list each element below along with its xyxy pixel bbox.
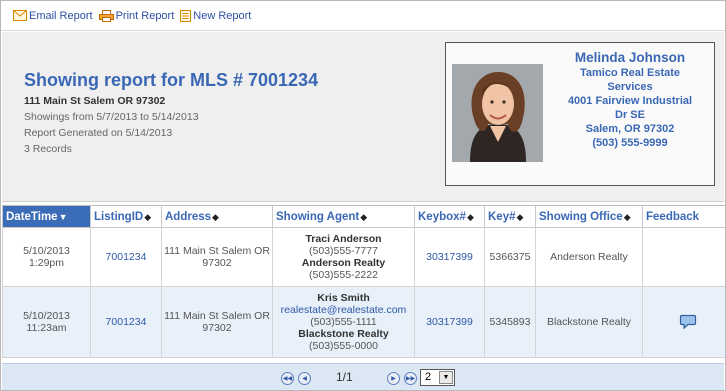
report-header: Showing report for MLS # 7001234 111 Mai… bbox=[2, 32, 724, 202]
prev-page-icon: ◀ bbox=[302, 376, 307, 382]
next-page-icon: ▶ bbox=[391, 376, 396, 382]
agent-company-line1: Tamico Real Estate bbox=[579, 67, 681, 79]
agent-photo bbox=[452, 64, 543, 162]
next-page-button[interactable]: ▶ bbox=[387, 372, 400, 385]
report-toolbar: Email Report Print Report New Report bbox=[1, 1, 725, 31]
sort-icon: ◆ bbox=[623, 211, 631, 222]
table-row: 5/10/2013 11:23am 7001234 111 Main St Sal… bbox=[2, 286, 725, 358]
column-header-datetime[interactable]: DateTime▼ bbox=[2, 205, 91, 228]
keybox-link[interactable]: 30317399 bbox=[414, 286, 485, 358]
generated-date: Report Generated on 5/14/2013 bbox=[24, 127, 173, 139]
showing-office-cell: Anderson Realty bbox=[535, 227, 643, 287]
feedback-cell bbox=[642, 286, 725, 358]
address-cell: 111 Main St Salem OR 97302 bbox=[161, 286, 273, 358]
property-address: 111 Main St Salem OR 97302 bbox=[24, 95, 166, 107]
listing-agent-card: Melinda Johnson Tamico Real Estate Servi… bbox=[445, 42, 715, 186]
column-header-listing-id[interactable]: ListingID◆ bbox=[90, 205, 162, 228]
new-report-button[interactable]: New Report bbox=[180, 9, 252, 22]
showing-office-phone: (503)555-0000 bbox=[309, 340, 378, 352]
sort-icon: ◆ bbox=[144, 211, 152, 222]
prev-page-button[interactable]: ◀ bbox=[298, 372, 311, 385]
envelope-icon bbox=[13, 10, 27, 21]
showing-agent-email-link[interactable]: realestate@realestate.com bbox=[275, 304, 412, 316]
column-header-showing-agent[interactable]: Showing Agent◆ bbox=[272, 205, 415, 228]
showing-agent-name: Kris Smith bbox=[317, 292, 370, 304]
document-icon bbox=[180, 9, 192, 22]
report-window: Email Report Print Report New Report Sho… bbox=[0, 0, 726, 391]
column-header-showing-office[interactable]: Showing Office◆ bbox=[535, 205, 643, 228]
listing-id-link[interactable]: 7001234 bbox=[90, 286, 162, 358]
sort-icon: ◆ bbox=[212, 211, 219, 222]
keybox-link[interactable]: 30317399 bbox=[414, 227, 485, 287]
column-header-address[interactable]: Address◆ bbox=[161, 205, 273, 228]
page-size-value: 2 bbox=[425, 371, 432, 383]
key-cell: 5345893 bbox=[484, 286, 536, 358]
agent-street-line1: 4001 Fairview Industrial bbox=[567, 95, 693, 107]
email-report-label: Email Report bbox=[29, 9, 93, 22]
sort-icon: ◆ bbox=[466, 211, 474, 222]
print-report-label: Print Report bbox=[115, 9, 175, 22]
datetime-cell: 5/10/2013 1:29pm bbox=[2, 227, 91, 287]
first-page-button[interactable]: ◀◀ bbox=[281, 372, 294, 385]
agent-company-line2: Services bbox=[607, 81, 653, 93]
printer-icon bbox=[98, 9, 114, 22]
agent-contact-info: Melinda Johnson Tamico Real Estate Servi… bbox=[550, 49, 710, 150]
pagination-bar: ◀◀ ◀ 1/1 ▶ ▶▶ 2 ▼ bbox=[2, 363, 724, 390]
showing-agent-office: Anderson Realty bbox=[301, 257, 386, 269]
last-page-button[interactable]: ▶▶ bbox=[404, 372, 417, 385]
sort-icon: ◆ bbox=[360, 211, 368, 222]
table-row: 5/10/2013 1:29pm 7001234 111 Main St Sale… bbox=[2, 227, 725, 287]
showings-table: DateTime▼ ListingID◆ Address◆ Showing Ag… bbox=[2, 205, 725, 358]
first-page-icon: ◀◀ bbox=[282, 376, 293, 382]
print-report-button[interactable]: Print Report bbox=[98, 9, 175, 22]
new-report-label: New Report bbox=[193, 9, 252, 22]
listing-id-link[interactable]: 7001234 bbox=[90, 227, 162, 287]
showing-agent-phone: (503)555-7777 bbox=[309, 245, 378, 257]
table-header-row: DateTime▼ ListingID◆ Address◆ Showing Ag… bbox=[2, 205, 725, 228]
showing-office-phone: (503)555-2222 bbox=[309, 269, 378, 281]
showings-table-container: DateTime▼ ListingID◆ Address◆ Showing Ag… bbox=[2, 205, 725, 363]
page-size-select[interactable]: 2 ▼ bbox=[420, 369, 455, 386]
dropdown-arrow-icon: ▼ bbox=[439, 371, 453, 384]
datetime-cell: 5/10/2013 11:23am bbox=[2, 286, 91, 358]
column-header-keybox[interactable]: Keybox#◆ bbox=[414, 205, 485, 228]
agent-name: Melinda Johnson bbox=[574, 50, 686, 65]
agent-street-line2: Dr SE bbox=[615, 109, 645, 121]
sort-desc-icon: ▼ bbox=[58, 211, 68, 222]
speech-bubble-icon[interactable] bbox=[679, 314, 697, 330]
showing-agent-office: Blackstone Realty bbox=[298, 328, 389, 340]
page-indicator: 1/1 bbox=[336, 370, 353, 384]
last-page-icon: ▶▶ bbox=[405, 376, 416, 382]
showing-agent-phone: (503)555-1111 bbox=[310, 316, 377, 328]
showing-agent-cell: Kris Smith realestate@realestate.com (50… bbox=[272, 286, 415, 358]
key-cell: 5366375 bbox=[484, 227, 536, 287]
date-range: Showings from 5/7/2013 to 5/14/2013 bbox=[24, 111, 199, 123]
column-header-feedback: Feedback bbox=[642, 205, 725, 228]
record-count: 3 Records bbox=[24, 143, 72, 155]
column-header-key[interactable]: Key#◆ bbox=[484, 205, 536, 228]
feedback-cell bbox=[642, 227, 725, 287]
page-title: Showing report for MLS # 7001234 bbox=[24, 70, 319, 90]
agent-phone: (503) 555-9999 bbox=[592, 137, 668, 149]
agent-city: Salem, OR 97302 bbox=[585, 123, 675, 135]
email-report-button[interactable]: Email Report bbox=[13, 10, 93, 22]
showing-agent-cell: Traci Anderson (503)555-7777 Anderson Re… bbox=[272, 227, 415, 287]
sort-icon: ◆ bbox=[516, 211, 524, 222]
showing-agent-name: Traci Anderson bbox=[305, 233, 382, 245]
address-cell: 111 Main St Salem OR 97302 bbox=[161, 227, 273, 287]
showing-office-cell: Blackstone Realty bbox=[535, 286, 643, 358]
